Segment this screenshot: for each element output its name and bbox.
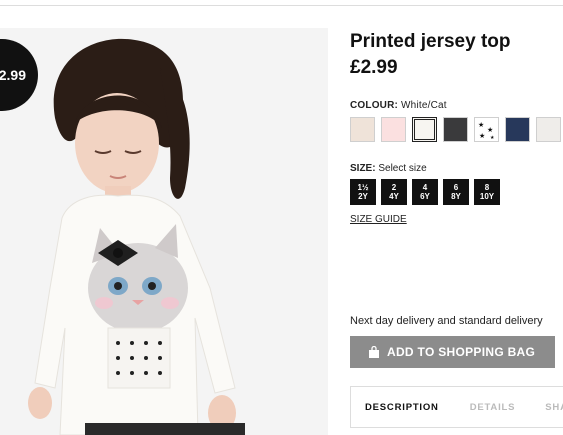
product-price: £2.99	[350, 57, 398, 78]
swatch-navy[interactable]	[505, 117, 530, 142]
product-info-tabs: DESCRIPTION DETAILS SHARE	[350, 386, 563, 428]
size-label: SIZE:	[350, 163, 376, 174]
size-option-bottom: 10Y	[479, 192, 495, 201]
tab-share[interactable]: SHARE	[545, 402, 563, 413]
swatch-light-pink[interactable]	[381, 117, 406, 142]
swatch-beige[interactable]	[350, 117, 375, 142]
delivery-info: Next day delivery and standard delivery	[350, 315, 543, 327]
size-guide-link[interactable]: SIZE GUIDE	[350, 214, 407, 225]
size-option-bottom: 8Y	[451, 192, 461, 201]
child-in-cat-top-illustration	[0, 28, 328, 435]
size-option-4-6y[interactable]: 4 6Y	[412, 179, 438, 205]
size-option-1-2y[interactable]: 1½ 2Y	[350, 179, 376, 205]
colour-swatches: ★ ★ ★ ★	[350, 117, 563, 142]
svg-text:★: ★	[479, 132, 485, 140]
add-to-bag-button[interactable]: ADD TO SHOPPING BAG	[350, 336, 555, 368]
size-option-bottom: 2Y	[358, 192, 368, 201]
swatch-off-white[interactable]	[536, 117, 561, 142]
size-option-top: 1½	[357, 183, 369, 192]
size-value: Select size	[378, 163, 427, 174]
size-option-6-8y[interactable]: 6 8Y	[443, 179, 469, 205]
swatch-white-selected[interactable]	[412, 117, 437, 142]
size-label-row: SIZE: Select size	[350, 163, 427, 174]
colour-label: COLOUR:	[350, 100, 399, 111]
size-option-bottom: 4Y	[389, 192, 399, 201]
product-image[interactable]: £2.99	[0, 28, 328, 435]
tab-description[interactable]: DESCRIPTION	[365, 402, 439, 413]
colour-value: White/Cat	[401, 100, 447, 111]
size-option-8-10y[interactable]: 8 10Y	[474, 179, 500, 205]
size-options: 1½ 2Y 2 4Y 4 6Y 6 8Y 8 10Y	[350, 179, 505, 205]
price-badge-text: £2.99	[0, 67, 26, 83]
swatch-dark-grey[interactable]	[443, 117, 468, 142]
svg-text:★: ★	[490, 135, 495, 141]
swatch-star-print[interactable]: ★ ★ ★ ★	[474, 117, 499, 142]
size-option-bottom: 6Y	[420, 192, 430, 201]
top-divider	[0, 5, 563, 6]
size-option-top: 2	[391, 183, 397, 192]
svg-text:★: ★	[487, 126, 493, 134]
svg-text:★: ★	[478, 121, 484, 129]
add-to-bag-label: ADD TO SHOPPING BAG	[387, 345, 536, 359]
tabs-divider	[350, 427, 563, 428]
product-title: Printed jersey top	[350, 31, 511, 52]
colour-label-row: COLOUR: White/Cat	[350, 100, 447, 111]
shopping-bag-icon	[369, 346, 379, 358]
star-print-icon: ★ ★ ★ ★	[478, 121, 495, 141]
size-option-2-4y[interactable]: 2 4Y	[381, 179, 407, 205]
size-option-top: 4	[422, 183, 428, 192]
tab-details[interactable]: DETAILS	[470, 402, 516, 413]
size-option-top: 8	[484, 183, 490, 192]
size-option-top: 6	[453, 183, 459, 192]
